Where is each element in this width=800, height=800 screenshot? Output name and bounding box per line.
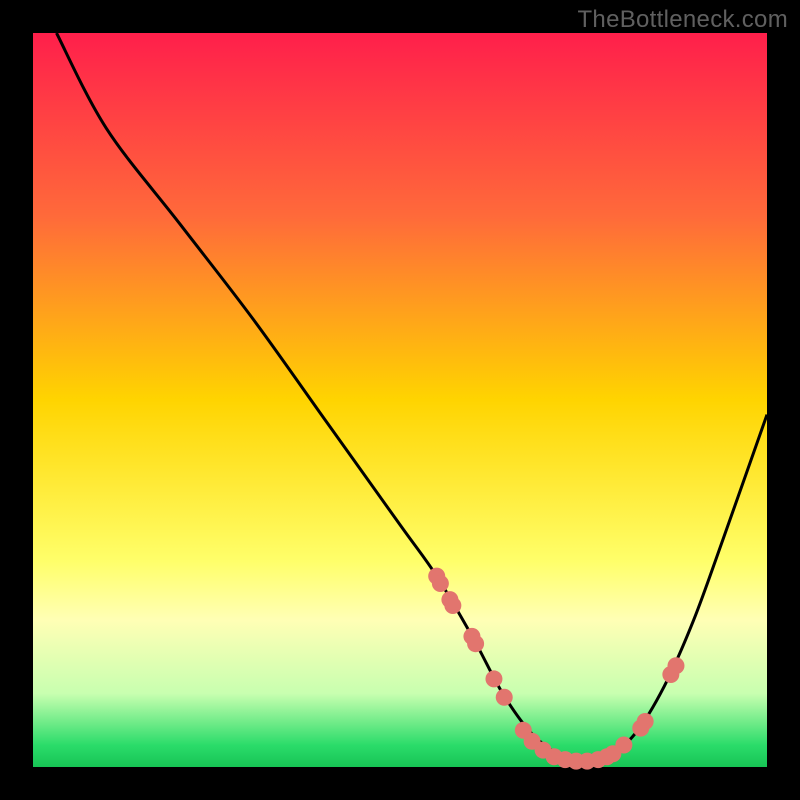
marker-dot — [485, 670, 502, 687]
plot-background — [33, 33, 767, 767]
marker-dot — [432, 575, 449, 592]
marker-dot — [467, 635, 484, 652]
attribution-text: TheBottleneck.com — [577, 6, 788, 34]
marker-dot — [637, 713, 654, 730]
marker-dot — [496, 689, 513, 706]
chart-stage: TheBottleneck.com — [0, 0, 800, 800]
marker-dot — [444, 597, 461, 614]
marker-dot — [667, 657, 684, 674]
marker-dot — [615, 736, 632, 753]
bottleneck-chart — [0, 0, 800, 800]
